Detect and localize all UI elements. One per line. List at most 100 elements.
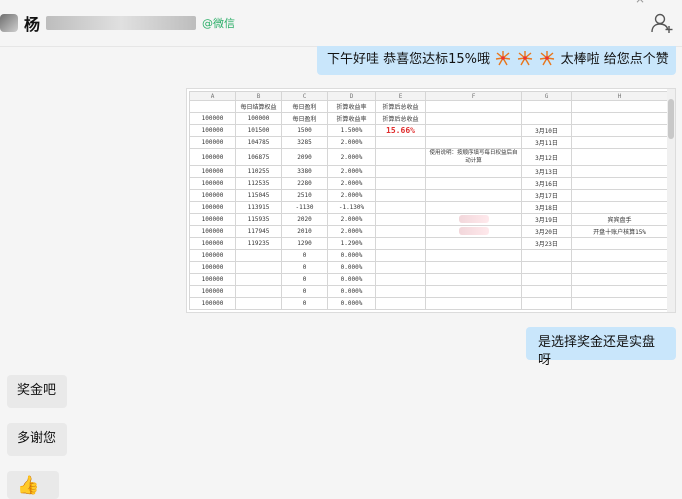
table-row: 100000 0 0.000% bbox=[189, 261, 668, 274]
table-cell: 每日结算权益 bbox=[235, 100, 282, 113]
table-cell bbox=[521, 285, 572, 298]
table-cell: 每日盈利 bbox=[281, 100, 328, 113]
table-cell: 100000 bbox=[189, 136, 236, 149]
message-bubble-thumbs-up[interactable]: 👍 bbox=[7, 471, 59, 499]
table-cell bbox=[425, 165, 522, 178]
table-cell bbox=[521, 261, 572, 274]
table-cell: 每日盈利 bbox=[281, 112, 328, 125]
table-cell: 折算后总收益 bbox=[375, 100, 426, 113]
table-cell bbox=[521, 112, 572, 125]
table-cell: 3月19日 bbox=[521, 213, 572, 226]
table-cell: 2.000% bbox=[327, 177, 376, 190]
message-text: 多谢您 bbox=[17, 431, 57, 446]
table-cell: 115045 bbox=[235, 189, 282, 202]
table-cell: 3月20日 bbox=[521, 225, 572, 238]
table-cell bbox=[571, 201, 668, 214]
table-cell: 1290 bbox=[281, 237, 328, 250]
table-cell bbox=[235, 249, 282, 262]
table-cell: 折算收益率 bbox=[327, 100, 376, 113]
spreadsheet-image-message[interactable]: ABCDEFGH 每日结算权益 每日盈利 折算收益率 折算后总收益 100000 1000… bbox=[186, 88, 676, 313]
table-cell: 3月13日 bbox=[521, 165, 572, 178]
table-cell bbox=[521, 249, 572, 262]
table-cell: 0.000% bbox=[327, 249, 376, 262]
table-cell: 100000 bbox=[189, 189, 236, 202]
column-header: B bbox=[235, 91, 282, 101]
spreadsheet-grid: ABCDEFGH 每日结算权益 每日盈利 折算收益率 折算后总收益 100000 1000… bbox=[189, 91, 668, 310]
table-cell: 0 bbox=[281, 273, 328, 286]
scrollbar-thumb[interactable] bbox=[668, 99, 674, 139]
table-cell: 2010 bbox=[281, 225, 328, 238]
column-header: H bbox=[571, 91, 668, 101]
table-cell: 100000 bbox=[189, 285, 236, 298]
table-cell: 0.000% bbox=[327, 297, 376, 310]
message-bubble-thanks[interactable]: 多谢您 bbox=[7, 423, 67, 456]
table-cell: 3月11日 bbox=[521, 136, 572, 149]
table-cell bbox=[375, 201, 426, 214]
message-bubble-congrats[interactable]: 下午好哇 恭喜您达标15%哦 太棒啦 给您点个赞 bbox=[317, 46, 676, 75]
add-user-icon[interactable] bbox=[650, 12, 674, 34]
contact-avatar-fragment bbox=[0, 14, 18, 32]
table-cell: -1130 bbox=[281, 201, 328, 214]
table-cell: 100000 bbox=[189, 249, 236, 262]
fireworks-emoji-icon bbox=[540, 51, 555, 66]
table-cell: 2.000% bbox=[327, 165, 376, 178]
table-cell bbox=[235, 273, 282, 286]
table-cell: 3380 bbox=[281, 165, 328, 178]
table-cell bbox=[375, 177, 426, 190]
scrollbar[interactable] bbox=[667, 89, 675, 312]
table-row: 100000 113915 -1130 -1.130% 3月18日 bbox=[189, 201, 668, 214]
message-text: 奖金吧 bbox=[17, 383, 57, 398]
contact-name: 杨 bbox=[24, 15, 41, 34]
table-cell: 112535 bbox=[235, 177, 282, 190]
table-cell bbox=[425, 225, 522, 238]
message-bubble-question[interactable]: 是选择奖金还是实盘呀 bbox=[526, 327, 676, 368]
table-row: 100000 0 0.000% bbox=[189, 273, 668, 286]
table-cell bbox=[375, 225, 426, 238]
redacted-name-block bbox=[46, 16, 197, 30]
close-icon[interactable]: × bbox=[633, 0, 647, 5]
table-cell: 100000 bbox=[189, 261, 236, 274]
redacted-block bbox=[458, 226, 489, 235]
table-cell: 106875 bbox=[235, 148, 282, 166]
table-cell bbox=[571, 136, 668, 149]
table-cell bbox=[375, 136, 426, 149]
table-cell bbox=[425, 189, 522, 202]
table-cell bbox=[375, 249, 426, 262]
table-cell: 宾宾盘手 bbox=[571, 213, 668, 226]
table-row: 100000 100000 每日盈利 折算收益率 折算后总收益 bbox=[189, 112, 668, 125]
table-cell: 折算收益率 bbox=[327, 112, 376, 125]
table-cell: 0 bbox=[281, 249, 328, 262]
table-cell: 100000 bbox=[189, 112, 236, 125]
table-cell bbox=[571, 189, 668, 202]
message-bubble-reply[interactable]: 奖金吧 bbox=[7, 375, 67, 408]
table-cell: 0.000% bbox=[327, 261, 376, 274]
fireworks-emoji-icon bbox=[518, 51, 533, 66]
table-cell: 119235 bbox=[235, 237, 282, 250]
table-row: 100000 115935 2020 2.000% 3月19日 宾宾盘手 bbox=[189, 213, 668, 226]
table-cell: 2020 bbox=[281, 213, 328, 226]
column-header: D bbox=[327, 91, 376, 101]
table-cell bbox=[235, 261, 282, 274]
table-cell bbox=[571, 297, 668, 310]
table-cell: 3月12日 bbox=[521, 148, 572, 166]
table-cell: 3月17日 bbox=[521, 189, 572, 202]
table-cell: 15.66% bbox=[375, 124, 426, 137]
usage-note-cell: 使用说明：按顺序填写每日权益后自动计算 bbox=[425, 148, 522, 166]
table-cell: 2.000% bbox=[327, 213, 376, 226]
table-cell: 100000 bbox=[235, 112, 282, 125]
table-row: 100000 106875 2090 2.000% 使用说明：按顺序填写每日权益后自动计… bbox=[189, 148, 668, 166]
table-cell: 2.000% bbox=[327, 189, 376, 202]
table-cell bbox=[571, 237, 668, 250]
table-cell: 0 bbox=[281, 285, 328, 298]
table-cell bbox=[189, 100, 236, 113]
table-cell: 0.000% bbox=[327, 273, 376, 286]
table-row: 100000 0 0.000% bbox=[189, 297, 668, 310]
table-cell: 100000 bbox=[189, 297, 236, 310]
redacted-block bbox=[458, 214, 489, 223]
table-cell bbox=[571, 112, 668, 125]
message-text-before: 下午好哇 恭喜您达标15%哦 bbox=[327, 52, 491, 67]
column-header: F bbox=[425, 91, 522, 101]
table-cell: 104785 bbox=[235, 136, 282, 149]
table-cell: 1.290% bbox=[327, 237, 376, 250]
table-cell bbox=[425, 213, 522, 226]
